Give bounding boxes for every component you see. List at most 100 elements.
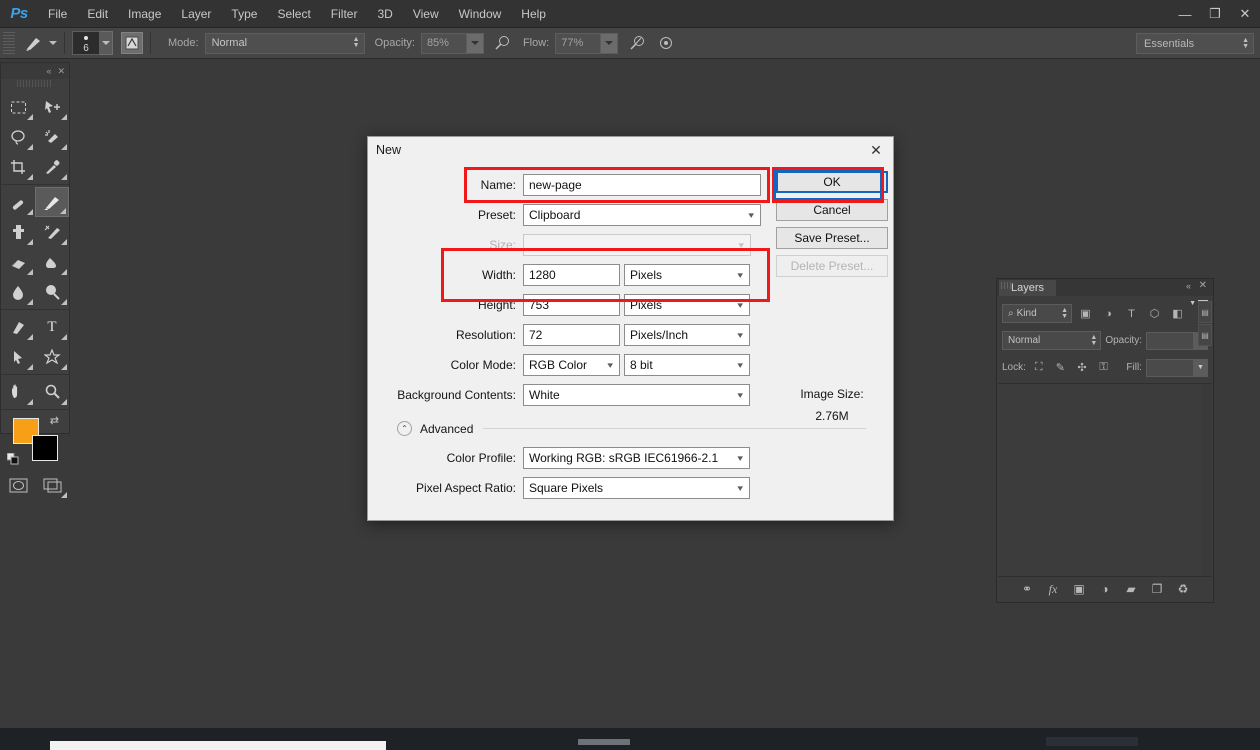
filter-type-icon[interactable]: T (1122, 304, 1141, 323)
background-contents-select[interactable]: White ▾ (523, 384, 750, 406)
menu-edit[interactable]: Edit (77, 0, 118, 28)
layer-mask-icon[interactable]: ▣ (1072, 582, 1087, 596)
quick-mask-icon[interactable] (1, 470, 35, 500)
workspace-select[interactable]: Essentials ▲ ▼ (1136, 33, 1254, 54)
default-colors-icon[interactable] (6, 452, 19, 465)
brush-panel-toggle-icon[interactable] (121, 32, 143, 54)
dialog-close-icon[interactable]: ✕ (859, 137, 893, 163)
tool-quick-selection[interactable] (35, 122, 69, 152)
tool-history-brush[interactable] (35, 217, 69, 247)
tool-shape[interactable] (35, 342, 69, 372)
delete-layer-icon[interactable]: ♻ (1176, 582, 1191, 596)
width-unit-select[interactable]: Pixels ▾ (624, 264, 750, 286)
advanced-section-header[interactable]: ⌃ Advanced (397, 421, 893, 436)
layer-style-icon[interactable]: fx (1046, 582, 1061, 597)
flow-value[interactable]: 77% (555, 32, 602, 54)
lock-image-pixels-icon[interactable]: ✎ (1052, 358, 1070, 377)
menu-3d[interactable]: 3D (367, 0, 402, 28)
layer-fill-dropdown-icon[interactable]: ▼ (1193, 358, 1208, 377)
layers-list-scrollbar[interactable] (1201, 384, 1212, 576)
menu-select[interactable]: Select (267, 0, 320, 28)
resolution-input[interactable]: 72 (523, 324, 620, 346)
tools-collapse-icon[interactable]: « (46, 66, 51, 76)
lock-position-icon[interactable]: ✣ (1073, 358, 1091, 377)
brush-tool-preview-icon[interactable] (21, 32, 47, 54)
adjustment-layer-icon[interactable]: ◑ (1098, 582, 1113, 596)
opacity-control[interactable]: 85% (420, 32, 484, 54)
pressure-opacity-icon[interactable] (491, 32, 513, 54)
new-layer-icon[interactable]: ❐ (1150, 582, 1165, 596)
background-color-swatch[interactable] (32, 435, 58, 461)
link-layers-icon[interactable]: ⚭ (1020, 582, 1035, 596)
tool-gradient[interactable] (35, 247, 69, 277)
flow-control[interactable]: 77% (555, 32, 619, 54)
brush-preset-chevron-icon[interactable] (49, 41, 57, 45)
tools-panel-grip[interactable] (17, 80, 53, 87)
taskbar-active-item[interactable] (50, 741, 386, 750)
airbrush-icon[interactable] (625, 32, 647, 54)
bit-depth-select[interactable]: 8 bit ▾ (624, 354, 750, 376)
tool-dodge[interactable] (35, 277, 69, 307)
swap-colors-icon[interactable]: ⇄ (50, 414, 59, 427)
tool-blur[interactable] (1, 277, 35, 307)
lock-all-icon[interactable]: ⚿ (1095, 358, 1113, 377)
filter-pixel-icon[interactable]: ▣ (1076, 304, 1095, 323)
cancel-button[interactable]: Cancel (776, 199, 888, 221)
opacity-dropdown-button[interactable] (466, 32, 484, 54)
channels-tab-icon[interactable]: ▤ (1198, 301, 1212, 323)
paths-tab-icon[interactable]: ▤ (1198, 324, 1212, 346)
pressure-size-icon[interactable] (654, 32, 676, 54)
new-group-icon[interactable]: ▰ (1124, 582, 1139, 596)
menu-view[interactable]: View (403, 0, 449, 28)
tools-close-icon[interactable]: ✕ (57, 66, 65, 77)
tool-marquee[interactable] (1, 92, 35, 122)
height-unit-select[interactable]: Pixels ▾ (624, 294, 750, 316)
ok-button[interactable]: OK (776, 171, 888, 193)
layer-opacity-value[interactable] (1146, 331, 1194, 350)
tool-pen[interactable] (1, 312, 35, 342)
height-input[interactable]: 753 (523, 294, 620, 316)
tool-move[interactable] (35, 92, 69, 122)
menu-layer[interactable]: Layer (171, 0, 221, 28)
name-input[interactable]: new-page (523, 174, 761, 196)
lock-transparent-pixels-icon[interactable]: ⛶ (1030, 358, 1048, 377)
layers-close-icon[interactable]: ✕ (1199, 280, 1207, 291)
menu-type[interactable]: Type (221, 0, 267, 28)
menu-window[interactable]: Window (449, 0, 512, 28)
opacity-value[interactable]: 85% (420, 32, 467, 54)
brush-size-control[interactable]: 6 (72, 31, 113, 55)
menu-help[interactable]: Help (511, 0, 556, 28)
width-input[interactable]: 1280 (523, 264, 620, 286)
menu-file[interactable]: File (38, 0, 77, 28)
menu-filter[interactable]: Filter (321, 0, 368, 28)
layer-filter-kind-select[interactable]: ⌕ Kind ▲ ▼ (1002, 304, 1072, 323)
color-mode-select[interactable]: RGB Color ▾ (523, 354, 620, 376)
tool-eraser[interactable] (1, 247, 35, 277)
advanced-toggle-icon[interactable]: ⌃ (397, 421, 412, 436)
brush-size-dropdown-button[interactable] (100, 31, 113, 55)
tool-hand[interactable] (1, 377, 35, 407)
taskbar-item-2[interactable] (578, 739, 630, 745)
restore-button[interactable]: ❐ (1200, 0, 1230, 28)
layers-list[interactable] (998, 383, 1212, 576)
flow-dropdown-button[interactable] (601, 32, 619, 54)
save-preset-button[interactable]: Save Preset... (776, 227, 888, 249)
filter-adjustment-icon[interactable]: ◑ (1099, 304, 1118, 323)
tool-healing-brush[interactable] (1, 187, 35, 217)
tool-crop[interactable] (1, 152, 35, 182)
taskbar-item-3[interactable] (1046, 737, 1138, 746)
pixel-aspect-select[interactable]: Square Pixels ▾ (523, 477, 750, 499)
filter-shape-icon[interactable]: ⬡ (1145, 304, 1164, 323)
layer-fill-value[interactable] (1145, 358, 1194, 377)
preset-select[interactable]: Clipboard ▾ (523, 204, 761, 226)
minimize-button[interactable]: — (1170, 0, 1200, 28)
layer-blend-mode-select[interactable]: Normal ▲ ▼ (1002, 331, 1102, 350)
menu-image[interactable]: Image (118, 0, 171, 28)
tool-brush[interactable] (35, 187, 69, 217)
close-button[interactable]: ✕ (1230, 0, 1260, 28)
options-bar-grip[interactable] (3, 32, 15, 54)
screen-mode-icon[interactable] (35, 470, 69, 500)
brush-size-box[interactable]: 6 (72, 31, 100, 55)
blend-mode-select[interactable]: Normal ▲ ▼ (204, 32, 365, 54)
tool-clone-stamp[interactable] (1, 217, 35, 247)
